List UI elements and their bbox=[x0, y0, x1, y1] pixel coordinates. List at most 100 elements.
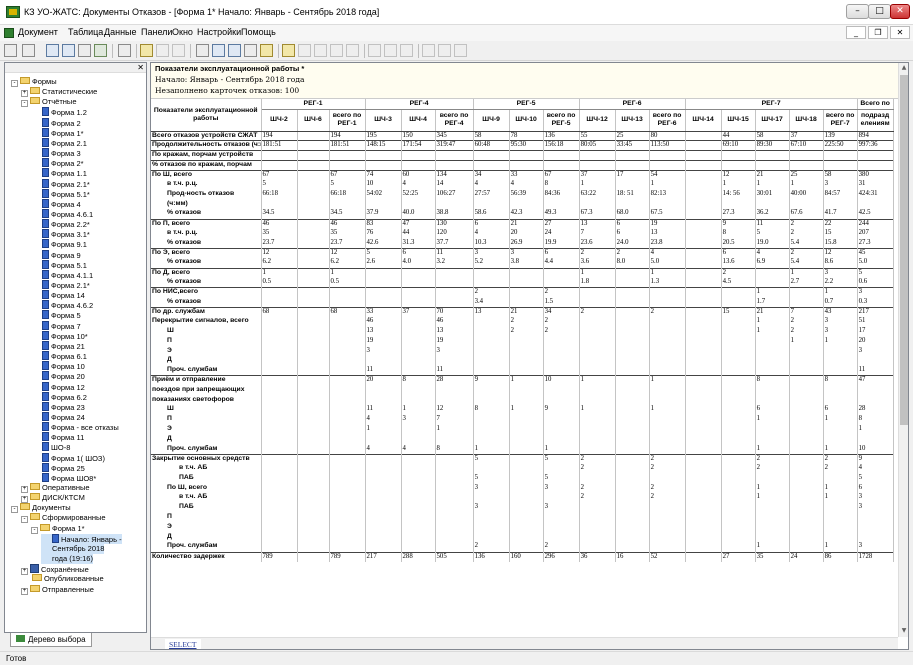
table-cell[interactable] bbox=[579, 395, 616, 406]
table-cell[interactable]: 47 bbox=[857, 375, 894, 386]
table-cell[interactable]: 3 bbox=[823, 317, 858, 327]
table-cell[interactable]: 181:51 bbox=[261, 140, 298, 151]
zoom-in-icon[interactable] bbox=[368, 44, 381, 57]
table-cell[interactable]: 296 bbox=[543, 551, 580, 563]
table-cell[interactable]: 1 bbox=[755, 542, 790, 553]
table-cell[interactable] bbox=[579, 366, 616, 376]
table-cell[interactable] bbox=[365, 150, 402, 161]
table-cell[interactable] bbox=[857, 522, 894, 533]
table-cell[interactable] bbox=[261, 532, 298, 543]
table-cell[interactable] bbox=[579, 444, 616, 455]
table-cell[interactable] bbox=[685, 493, 722, 504]
table-cell[interactable] bbox=[685, 453, 722, 465]
table-cell[interactable] bbox=[685, 336, 722, 347]
table-cell[interactable] bbox=[789, 385, 824, 396]
tree-node[interactable]: Форма 21 bbox=[31, 340, 85, 351]
table-cell[interactable]: 3 bbox=[857, 542, 894, 553]
table-cell[interactable]: 4 bbox=[857, 464, 894, 474]
table-cell[interactable] bbox=[297, 444, 330, 455]
table-cell[interactable]: 23.7 bbox=[329, 238, 366, 249]
table-cell[interactable] bbox=[329, 415, 366, 425]
table-cell[interactable] bbox=[721, 346, 756, 357]
table-cell[interactable] bbox=[649, 424, 686, 435]
table-cell[interactable] bbox=[721, 424, 756, 435]
table-cell[interactable] bbox=[365, 159, 402, 171]
table-cell[interactable]: 14 bbox=[435, 179, 474, 190]
table-cell[interactable] bbox=[579, 513, 616, 523]
table-cell[interactable] bbox=[755, 424, 790, 435]
table-cell[interactable]: 2 bbox=[509, 326, 544, 337]
table-cell[interactable] bbox=[823, 395, 858, 406]
table-cell[interactable]: 894 bbox=[857, 130, 894, 141]
tree-node[interactable]: Форма 14 bbox=[31, 290, 85, 300]
table-cell[interactable]: 171:54 bbox=[401, 140, 436, 151]
table-cell[interactable] bbox=[789, 150, 824, 161]
table-cell[interactable]: 3 bbox=[823, 267, 858, 278]
table-cell[interactable]: 2 bbox=[579, 306, 616, 318]
save-icon[interactable] bbox=[62, 44, 75, 57]
table-cell[interactable]: 27 bbox=[543, 218, 580, 229]
table-cell[interactable]: 207 bbox=[857, 228, 894, 239]
table-cell[interactable]: 66:18 bbox=[261, 189, 298, 200]
table-cell[interactable]: 19 bbox=[365, 336, 402, 347]
tree-node[interactable]: Форма 2.1* bbox=[31, 280, 90, 290]
table-cell[interactable] bbox=[473, 346, 510, 357]
table-cell[interactable] bbox=[329, 356, 366, 367]
table-cell[interactable]: 11 bbox=[365, 405, 402, 416]
table-cell[interactable]: 150 bbox=[401, 130, 436, 141]
table-cell[interactable]: 46 bbox=[435, 317, 474, 327]
table-cell[interactable] bbox=[543, 464, 580, 474]
table-cell[interactable]: 2 bbox=[543, 542, 580, 553]
table-cell[interactable]: 23.6 bbox=[579, 238, 616, 249]
table-cell[interactable] bbox=[615, 199, 650, 210]
table-cell[interactable] bbox=[789, 395, 824, 406]
table-cell[interactable]: 3.4 bbox=[473, 297, 510, 308]
table-cell[interactable] bbox=[755, 503, 790, 514]
table-cell[interactable]: 13.6 bbox=[721, 258, 756, 269]
minimize-button[interactable]: – bbox=[846, 4, 869, 19]
table-cell[interactable] bbox=[435, 385, 474, 396]
table-cell[interactable] bbox=[649, 366, 686, 376]
table-cell[interactable]: 0.5 bbox=[261, 277, 298, 288]
table-cell[interactable] bbox=[435, 287, 474, 298]
receive-icon[interactable] bbox=[454, 44, 467, 57]
table-cell[interactable]: 67 bbox=[543, 169, 580, 180]
table-cell[interactable]: 2 bbox=[543, 317, 580, 327]
table-cell[interactable] bbox=[365, 513, 402, 523]
column-header[interactable]: ШЧ-12 bbox=[579, 109, 616, 132]
table-cell[interactable] bbox=[473, 356, 510, 367]
table-cell[interactable] bbox=[579, 473, 616, 484]
table-cell[interactable]: 12 bbox=[261, 248, 298, 259]
table-cell[interactable] bbox=[615, 405, 650, 416]
tree-node[interactable]: Форма 10 bbox=[31, 361, 85, 371]
table-cell[interactable] bbox=[543, 385, 580, 396]
table-cell[interactable]: 789 bbox=[261, 551, 298, 563]
table-cell[interactable]: 1 bbox=[755, 493, 790, 504]
table-cell[interactable] bbox=[685, 375, 722, 386]
table-cell[interactable]: 23.7 bbox=[261, 238, 298, 249]
table-cell[interactable]: 8 bbox=[823, 375, 858, 386]
table-cell[interactable] bbox=[649, 473, 686, 484]
table-cell[interactable]: 47 bbox=[401, 218, 436, 229]
table-cell[interactable]: 67.5 bbox=[649, 209, 686, 220]
zoom-out-icon[interactable] bbox=[384, 44, 397, 57]
table-cell[interactable] bbox=[543, 267, 580, 278]
table-cell[interactable]: 1 bbox=[649, 267, 686, 278]
table-cell[interactable] bbox=[297, 130, 330, 141]
group-header[interactable]: РЕГ-4 bbox=[365, 99, 474, 110]
table-cell[interactable] bbox=[685, 179, 722, 190]
table-cell[interactable] bbox=[543, 159, 580, 171]
tree-node[interactable]: Форма 1* bbox=[31, 127, 84, 138]
tree-node[interactable]: - Отчётные bbox=[21, 97, 77, 108]
table-cell[interactable] bbox=[435, 532, 474, 543]
table-cell[interactable] bbox=[435, 513, 474, 523]
window-icon[interactable] bbox=[244, 44, 257, 57]
table-cell[interactable]: 34 bbox=[543, 306, 580, 318]
table-cell[interactable] bbox=[473, 493, 510, 504]
table-cell[interactable] bbox=[789, 356, 824, 367]
table-cell[interactable]: 67 bbox=[261, 169, 298, 180]
table-cell[interactable] bbox=[721, 405, 756, 416]
tree-node[interactable]: Форма 11 bbox=[31, 432, 84, 442]
panel-left-icon[interactable] bbox=[212, 44, 225, 57]
table-cell[interactable] bbox=[755, 346, 790, 357]
